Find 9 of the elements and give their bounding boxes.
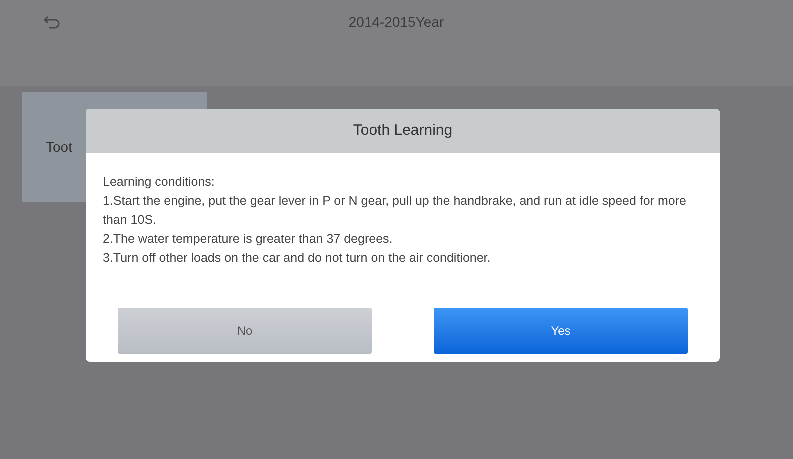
no-button[interactable]: No [118,308,372,354]
dialog-title: Tooth Learning [86,109,720,153]
condition-text: Learning conditions: [103,174,216,191]
condition-text: 1.Start the engine, put the gear lever in P or N gear, pull up the handbrake, and run at idle speed for more than 10S. [103,193,688,229]
condition-text: 2.The water temperature is greater than 37 degrees. [103,231,394,248]
condition-text: 3.Turn off other loads on the car and do not turn on the air conditioner. [103,250,492,267]
yes-button[interactable]: Yes [434,308,688,354]
back-icon [43,15,61,31]
header-title: 2014-2015Year [348,13,446,32]
